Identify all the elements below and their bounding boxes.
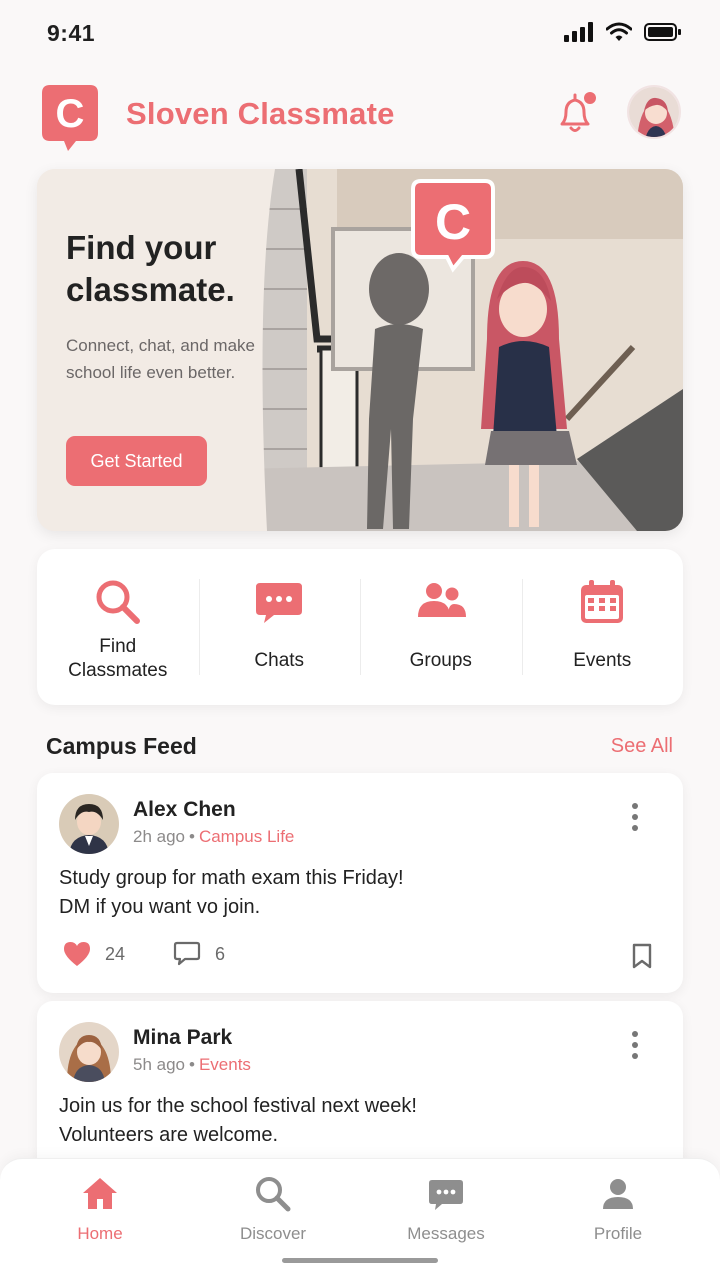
search-icon: [96, 580, 140, 624]
comment-count: 6: [215, 943, 226, 964]
home-icon: [83, 1178, 117, 1209]
post-author-avatar[interactable]: [59, 1022, 119, 1082]
quick-action-chats[interactable]: Chats: [198, 549, 361, 705]
post-body-line: Volunteers are welcome.: [59, 1124, 279, 1146]
quick-action-label: Groups: [409, 650, 472, 671]
comment-button[interactable]: 6: [173, 941, 225, 967]
quick-actions: Find Classmates Chats Groups Events: [37, 549, 683, 705]
status-time: 9:41: [47, 20, 96, 46]
quick-action-label: Chats: [254, 650, 305, 671]
people-icon: [417, 583, 466, 617]
chat-bubble-icon: [429, 1180, 463, 1210]
notification-dot: [584, 92, 596, 104]
quick-action-label: Find Classmates: [68, 636, 168, 681]
nav-label: Home: [77, 1224, 123, 1243]
nav-profile[interactable]: Profile: [553, 1175, 683, 1249]
chat-bubble-icon: [256, 583, 303, 623]
nav-discover[interactable]: Discover: [208, 1175, 338, 1249]
post-meta: 5h ago • Events: [133, 1055, 251, 1074]
notification-bell-icon[interactable]: [554, 90, 600, 136]
app-header: C Sloven Classmate: [0, 80, 720, 152]
quick-action-find-classmates[interactable]: Find Classmates: [37, 549, 199, 705]
profile-icon: [603, 1179, 633, 1209]
post-author-name[interactable]: Mina Park: [133, 1026, 232, 1050]
more-options-icon[interactable]: [625, 1029, 645, 1061]
post-author-name[interactable]: Alex Chen: [133, 798, 236, 822]
status-icons: [564, 22, 682, 42]
quick-action-events[interactable]: Events: [521, 549, 684, 705]
quick-action-groups[interactable]: Groups: [360, 549, 522, 705]
app-title: Sloven Classmate: [126, 96, 395, 131]
nav-home[interactable]: Home: [35, 1175, 165, 1249]
search-icon: [256, 1177, 291, 1212]
hero-title: Find your classmate.: [66, 229, 235, 308]
post-body: Join us for the school festival next wee…: [59, 1092, 619, 1150]
more-options-icon[interactable]: [625, 801, 645, 833]
nav-label: Profile: [593, 1224, 643, 1243]
post-time: 5h ago: [133, 1055, 185, 1074]
nav-label: Messages: [407, 1224, 485, 1243]
quick-action-label: Events: [573, 650, 632, 671]
feed-title: Campus Feed: [46, 733, 197, 759]
heart-icon: [64, 942, 90, 966]
battery-icon: [644, 23, 681, 41]
post-category[interactable]: Events: [199, 1055, 251, 1074]
hero-subtitle: Connect, chat, and make school life even…: [66, 336, 256, 382]
hero-banner: C Find your classmate. Connect, chat, an…: [37, 169, 683, 531]
wifi-icon: [606, 22, 632, 41]
app-logo-icon: C: [42, 85, 98, 151]
post-body-line: Study group for math exam this Friday!: [59, 867, 404, 889]
post-meta: 2h ago • Campus Life: [133, 827, 295, 846]
bookmark-icon[interactable]: [631, 943, 653, 969]
calendar-icon: [581, 580, 624, 623]
status-bar: 9:41: [0, 0, 720, 66]
post-actions: 24 6: [59, 941, 659, 973]
like-button[interactable]: 24: [63, 941, 125, 967]
comment-icon: [173, 941, 201, 966]
post-body: Study group for math exam this Friday! D…: [59, 864, 619, 922]
cellular-signal-icon: [564, 22, 593, 42]
nav-messages[interactable]: Messages: [381, 1175, 511, 1249]
post-category[interactable]: Campus Life: [199, 827, 294, 846]
logo-letter: C: [56, 92, 85, 136]
post-body-line: DM if you want vo join.: [59, 896, 261, 918]
home-indicator: [282, 1258, 438, 1263]
user-avatar[interactable]: [627, 85, 681, 139]
see-all-link[interactable]: See All: [611, 735, 673, 758]
nav-label: Discover: [239, 1224, 307, 1243]
hero-logo-letter: C: [435, 194, 471, 250]
feed-post: Alex Chen 2h ago • Campus Life Study group…: [37, 773, 683, 993]
like-count: 24: [105, 943, 126, 964]
get-started-button[interactable]: Get Started: [66, 436, 207, 486]
post-author-avatar[interactable]: [59, 794, 119, 854]
post-body-line: Join us for the school festival next wee…: [59, 1095, 417, 1117]
post-time: 2h ago: [133, 827, 185, 846]
